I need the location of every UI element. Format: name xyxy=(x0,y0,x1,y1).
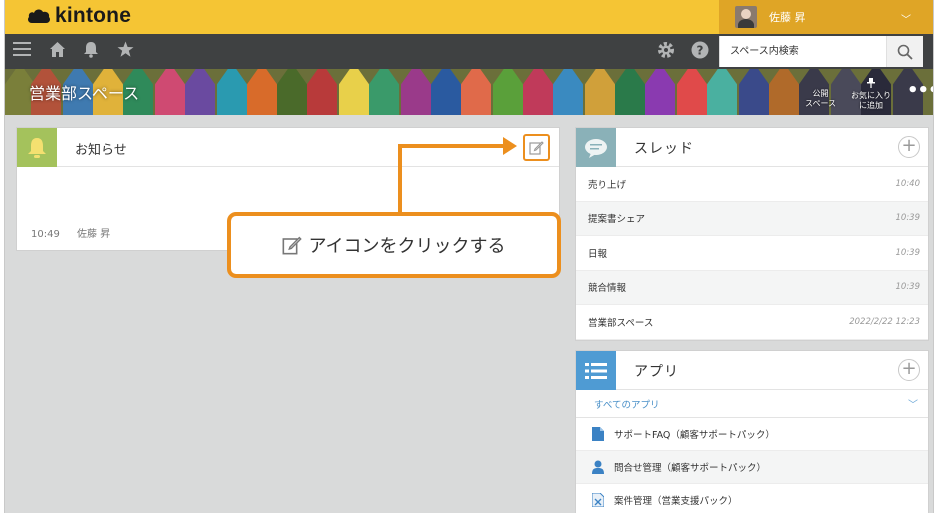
thread-name: 営業部スペース xyxy=(588,317,654,329)
space-search xyxy=(719,36,923,67)
app-name: サポートFAQ（顧客サポートパック） xyxy=(614,430,775,441)
avatar xyxy=(735,6,757,28)
apps-title: アプリ xyxy=(634,364,679,380)
notice-time: 10:49 xyxy=(31,229,60,240)
apps-filter-label: すべてのアプリ xyxy=(594,399,660,411)
edit-notice-button[interactable] xyxy=(523,134,550,161)
thread-time: 10:39 xyxy=(895,213,921,224)
thread-name: 提案書シェア xyxy=(588,214,646,226)
search-icon xyxy=(897,44,913,60)
kintone-space-window: kintone 佐藤 昇 ﹀ ? スペース内検索 営業部スペース 公開 スペース… xyxy=(4,0,934,513)
thread-name: 競合情報 xyxy=(588,283,627,295)
public-space-button[interactable]: 公開 スペース xyxy=(805,78,836,109)
speech-bubble-icon xyxy=(585,138,607,158)
app-name: 案件管理（営業支援パック） xyxy=(614,496,738,507)
more-options-icon[interactable]: ••• xyxy=(907,80,933,101)
notice-author: 佐藤 昇 xyxy=(77,229,111,240)
callout-text: アイコンをクリックする xyxy=(308,236,506,257)
cloud-logo-icon xyxy=(28,9,50,23)
chevron-down-icon: ﹀ xyxy=(908,400,918,411)
notice-title: お知らせ xyxy=(75,143,127,158)
app-name: 問合せ管理（顧客サポートパック） xyxy=(614,463,767,474)
bell-icon xyxy=(28,137,46,158)
help-icon[interactable]: ? xyxy=(691,41,709,64)
thread-item[interactable]: 日報 10:39 xyxy=(576,236,928,271)
public-space-label: 公開 スペース xyxy=(805,89,837,108)
hamburger-menu-icon[interactable] xyxy=(13,41,31,62)
chevron-down-icon: ﹀ xyxy=(901,15,911,26)
thread-time: 10:40 xyxy=(895,178,921,189)
app-item[interactable]: サポートFAQ（顧客サポートパック） xyxy=(576,418,928,451)
thread-list: 売り上げ 10:40 提案書シェア 10:39 日報 10:39 競合情報 10… xyxy=(576,167,928,340)
star-icon[interactable] xyxy=(117,41,134,63)
gear-icon[interactable] xyxy=(657,41,675,64)
edit-icon xyxy=(529,141,544,155)
search-input[interactable] xyxy=(720,37,886,66)
brand-name: kintone xyxy=(55,4,132,27)
globe-icon xyxy=(816,78,826,86)
apps-icon-box xyxy=(576,351,616,390)
search-button[interactable] xyxy=(886,36,923,67)
threads-header: スレッド + xyxy=(576,128,928,167)
callout-connector-horizontal xyxy=(398,144,505,148)
app-item[interactable]: 問合せ管理（顧客サポートパック） xyxy=(576,451,928,484)
app-item[interactable]: 案件管理（営業支援パック） xyxy=(576,484,928,513)
user-menu[interactable]: 佐藤 昇 ﹀ xyxy=(719,0,933,34)
add-app-button[interactable]: + xyxy=(898,359,920,381)
kintone-logo[interactable]: kintone xyxy=(27,4,131,28)
bell-icon[interactable] xyxy=(83,41,99,63)
apps-header: アプリ + xyxy=(576,351,928,390)
thread-name: 売り上げ xyxy=(588,179,627,191)
threads-icon-box xyxy=(576,128,616,167)
person-icon xyxy=(592,460,604,474)
user-name: 佐藤 昇 xyxy=(769,11,806,24)
home-icon[interactable] xyxy=(49,41,66,63)
space-title: 営業部スペース xyxy=(29,84,140,103)
apps-filter-dropdown[interactable]: すべてのアプリ ﹀ xyxy=(576,390,928,418)
notice-meta: 10:49 佐藤 昇 xyxy=(31,225,124,240)
callout-arrow-icon xyxy=(503,137,517,155)
thread-item[interactable]: 競合情報 10:39 xyxy=(576,270,928,305)
edit-icon xyxy=(282,236,303,255)
threads-panel: スレッド + 売り上げ 10:40 提案書シェア 10:39 日報 10:39 … xyxy=(575,127,929,341)
thread-item[interactable]: 売り上げ 10:40 xyxy=(576,167,928,202)
add-thread-button[interactable]: + xyxy=(898,136,920,158)
space-cover-banner xyxy=(5,69,933,115)
pin-icon xyxy=(867,78,875,88)
apps-panel: アプリ + すべてのアプリ ﹀ サポートFAQ（顧客サポートパック） 問合せ管理… xyxy=(575,350,929,513)
notice-icon-box xyxy=(17,128,57,167)
thread-item[interactable]: 提案書シェア 10:39 xyxy=(576,201,928,236)
add-favorite-label: お気に入り に追加 xyxy=(851,91,891,110)
thread-name: 日報 xyxy=(588,248,608,260)
document-icon xyxy=(592,427,604,441)
thread-time: 10:39 xyxy=(895,282,921,293)
thread-item[interactable]: 営業部スペース 2022/2/22 12:23 xyxy=(576,305,928,340)
threads-title: スレッド xyxy=(634,141,694,157)
top-header: kintone 佐藤 昇 ﹀ xyxy=(5,0,933,34)
svg-text:?: ? xyxy=(697,44,704,58)
add-favorite-button[interactable]: お気に入り に追加 xyxy=(851,78,891,111)
thread-time: 2022/2/22 12:23 xyxy=(849,316,920,327)
callout-connector-vertical xyxy=(398,146,402,212)
thread-time: 10:39 xyxy=(895,247,921,258)
excel-file-icon xyxy=(592,493,604,507)
instruction-callout: アイコンをクリックする xyxy=(227,212,561,278)
list-icon xyxy=(585,362,607,379)
